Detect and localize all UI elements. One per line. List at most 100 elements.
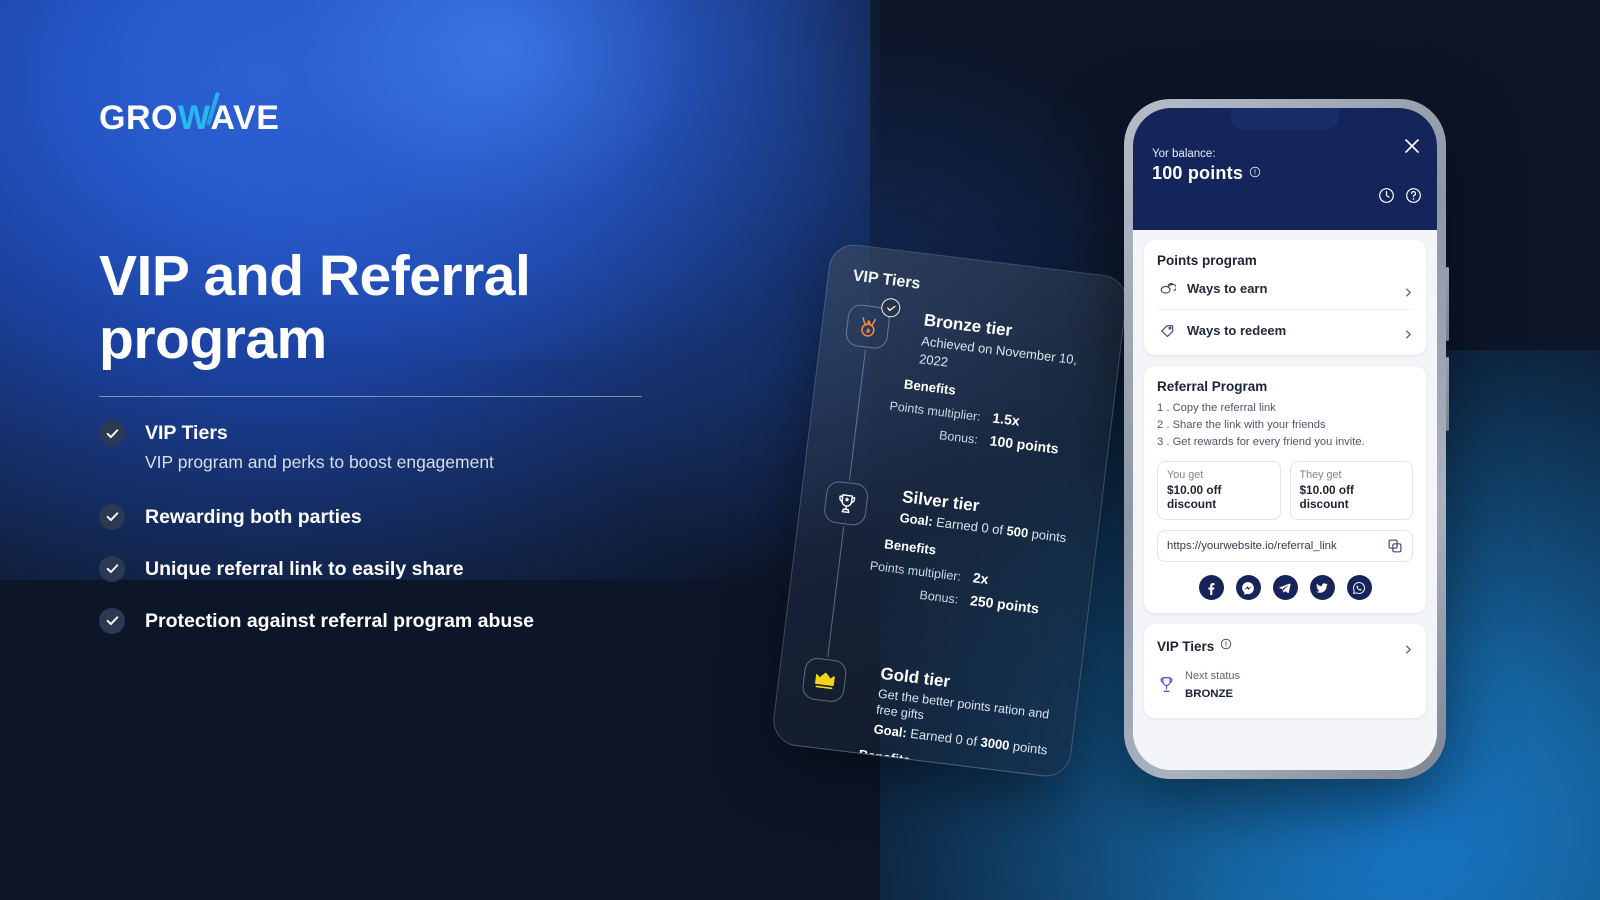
balance-row: 100 points (1152, 163, 1418, 184)
benefit-value: 100 points (988, 432, 1060, 457)
vip-tiers-floating-card: VIP Tiers Bronze tier Achieved on Novemb… (770, 241, 1130, 780)
reward-they-get: They get $10.00 off discount (1289, 461, 1413, 521)
list-item: 3 . Get rewards for every friend you inv… (1157, 434, 1413, 451)
feature-list: VIP Tiers VIP program and perks to boost… (99, 420, 699, 634)
next-status-text: Next status BRONZE (1185, 666, 1240, 702)
phone-side-button-lower[interactable] (1446, 357, 1449, 431)
reward-label: You get (1167, 469, 1204, 482)
phone-side-button[interactable] (1446, 267, 1449, 341)
reward-label: They get (1299, 469, 1342, 482)
benefit-value: 250 points (969, 591, 1040, 617)
check-icon (99, 420, 125, 446)
list-item: VIP Tiers VIP program and perks to boost… (99, 420, 699, 475)
step-number: 3 . (1157, 436, 1170, 449)
referral-link-field[interactable]: https://yourwebsite.io/referral_link (1157, 530, 1413, 563)
header-actions (1378, 187, 1422, 209)
tier-item-bronze: Bronze tier Achieved on November 10, 202… (804, 297, 1121, 511)
copy-icon[interactable] (1387, 538, 1403, 554)
phone-screen: Yor balance: 100 points Points program W… (1133, 108, 1437, 770)
question-icon[interactable] (1405, 187, 1422, 209)
step-number: 2 . (1157, 419, 1170, 432)
phone-mockup: Yor balance: 100 points Points program W… (1124, 99, 1449, 779)
facebook-icon[interactable] (1198, 575, 1224, 601)
coins-icon (1158, 279, 1177, 298)
close-icon[interactable] (1402, 136, 1422, 156)
points-program-title: Points program (1157, 253, 1257, 268)
logo-w-mark: W (177, 91, 220, 137)
list-item: Rewarding both parties (99, 503, 699, 530)
goal-prefix: Goal: (872, 720, 908, 740)
next-status-row: Next status BRONZE (1157, 666, 1413, 702)
reward-you-get: You get $10.00 off discount (1157, 461, 1281, 521)
logo-text-part1: GRO (99, 99, 178, 137)
promo-banner: GRO W AVE VIP and Referral program VIP Tie… (0, 0, 1600, 900)
chevron-right-icon (1404, 284, 1413, 297)
crown-icon (801, 656, 848, 704)
reward-value: $10.00 off discount (1167, 483, 1222, 512)
chevron-right-icon (1404, 326, 1413, 339)
info-icon[interactable] (1249, 165, 1261, 183)
growave-logo: GRO W AVE (99, 91, 279, 137)
check-icon (99, 607, 125, 634)
clock-icon[interactable] (1378, 187, 1395, 209)
benefit-label: Bonus: (918, 587, 960, 607)
referral-link-text: https://yourwebsite.io/referral_link (1167, 540, 1337, 553)
telegram-icon[interactable] (1272, 575, 1298, 601)
list-item: 2 . Share the link with your friends (1157, 417, 1413, 434)
page-title: VIP and Referral program (99, 244, 531, 371)
goal-suffix: points (1027, 525, 1068, 546)
points-program-card: Points program Ways to earn Ways to rede… (1144, 240, 1426, 355)
title-divider (99, 396, 642, 397)
loyalty-panel-header: Yor balance: 100 points (1133, 108, 1437, 230)
tier-content: Bronze tier Achieved on November 10, 202… (889, 310, 1121, 462)
tier-list: Bronze tier Achieved on November 10, 202… (770, 297, 1121, 779)
step-text: Share the link with your friends (1172, 419, 1326, 432)
social-share-row (1157, 575, 1413, 601)
vip-tiers-header: VIP Tiers (1157, 637, 1413, 655)
row-ways-to-earn[interactable]: Ways to earn (1157, 268, 1413, 310)
list-item: 1 . Copy the referral link (1157, 400, 1413, 417)
tag-icon (1158, 321, 1177, 340)
tier-item-silver: Silver tier Goal: Earned 0 of 500 points… (783, 475, 1100, 688)
info-icon[interactable] (1220, 637, 1232, 655)
chevron-right-icon[interactable] (1404, 641, 1413, 654)
feature-subtitle: VIP program and perks to boost engagemen… (145, 452, 494, 472)
benefit-value: 1.5x (991, 409, 1021, 429)
reward-boxes: You get $10.00 off discount They get $10… (1157, 461, 1413, 521)
twitter-icon[interactable] (1309, 575, 1335, 601)
trophy-icon (822, 479, 870, 527)
check-icon (99, 503, 125, 530)
next-status-label: Next status (1185, 670, 1241, 683)
feature-title: VIP Tiers (145, 422, 228, 444)
referral-program-card: Referral Program 1 . Copy the referral l… (1144, 366, 1426, 614)
whatsapp-icon[interactable] (1346, 575, 1372, 601)
step-text: Copy the referral link (1172, 402, 1276, 414)
benefit-label: Points multiplier: (839, 769, 936, 779)
list-item: Unique referral link to easily share (99, 555, 699, 582)
trophy-icon (1157, 675, 1176, 694)
step-text: Get rewards for every friend you invite. (1172, 436, 1365, 449)
list-item: Protection against referral program abus… (99, 607, 699, 634)
reward-value: $10.00 off discount (1299, 483, 1354, 512)
balance-value: 100 points (1152, 163, 1244, 183)
step-number: 1 . (1157, 402, 1170, 414)
goal-value: 500 (1005, 523, 1030, 541)
referral-steps: 1 . Copy the referral link 2 . Share the… (1157, 400, 1413, 451)
next-status-value: BRONZE (1185, 688, 1234, 701)
feature-title: Unique referral link to easily share (145, 557, 464, 580)
check-icon (99, 555, 125, 582)
vip-tiers-card-title: VIP Tiers (851, 267, 922, 293)
tier-content: Silver tier Goal: Earned 0 of 500 points… (869, 487, 1100, 622)
balance-label: Yor balance: (1152, 148, 1216, 160)
benefit-value: 2x (972, 568, 990, 587)
phone-notch (1231, 108, 1339, 130)
messenger-icon[interactable] (1235, 575, 1261, 601)
vip-tiers-card[interactable]: VIP Tiers Next status BRONZE (1144, 624, 1426, 719)
row-label: Ways to earn (1187, 281, 1268, 296)
goal-value: 3000 (979, 734, 1011, 753)
loyalty-panel-body: Points program Ways to earn Ways to rede… (1133, 230, 1437, 770)
logo-text-w: W (177, 99, 211, 137)
feature-title: Protection against referral program abus… (145, 609, 535, 632)
benefit-label: Bonus: (938, 428, 979, 447)
row-ways-to-redeem[interactable]: Ways to redeem (1157, 310, 1413, 351)
